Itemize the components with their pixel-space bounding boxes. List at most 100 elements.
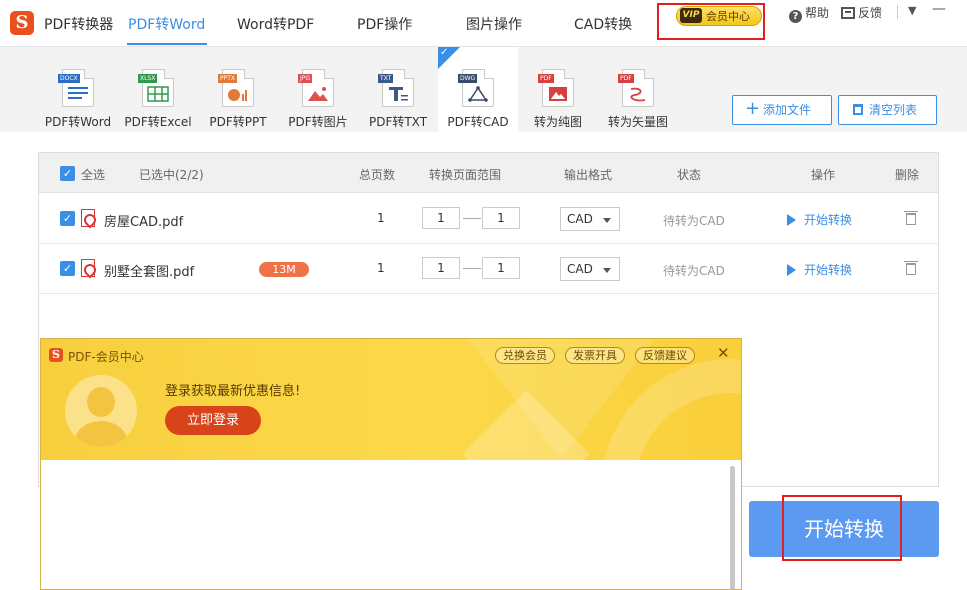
menu-dropdown-icon[interactable]: ▼	[908, 4, 916, 17]
docx-file-icon: DOCX	[58, 69, 94, 107]
pptx-file-icon: PPTX	[218, 69, 254, 107]
pptx-tag: PPTX	[218, 74, 238, 83]
column-pages: 总页数	[359, 168, 396, 182]
pdf-file-icon	[81, 209, 95, 227]
play-icon	[787, 214, 796, 226]
range-from-input[interactable]: 1	[422, 207, 460, 229]
start-convert-label: 开始转换	[804, 263, 853, 277]
range-from-input[interactable]: 1	[422, 257, 460, 279]
clear-list-button[interactable]: 清空列表	[838, 95, 937, 125]
picture-icon	[549, 87, 567, 101]
select-all-checkbox[interactable]: ✓	[60, 166, 75, 181]
word-lines-icon	[68, 87, 88, 99]
vip-center-label: 会员中心	[706, 10, 750, 23]
tool-label: PDF转TXT	[368, 115, 428, 129]
pdf-file-icon	[81, 259, 95, 277]
feedback-label: 反馈	[858, 6, 883, 20]
dwg-tag: DWG	[458, 74, 478, 83]
feedback-button[interactable]: 反馈	[841, 4, 882, 21]
column-status: 状态	[677, 168, 702, 182]
redeem-membership-button[interactable]: 兑换会员	[495, 347, 555, 364]
feedback-suggestion-button[interactable]: 反馈建议	[635, 347, 695, 364]
nav-tab-image-operations[interactable]: 图片操作	[466, 14, 522, 34]
start-button-highlight-box	[782, 495, 902, 561]
tool-pdf-to-excel[interactable]: XLSX PDF转Excel	[118, 47, 198, 133]
popup-content-area	[41, 460, 741, 589]
nav-tab-pdf-to-word[interactable]: PDF转Word	[128, 14, 205, 34]
page-count: 1	[377, 211, 385, 225]
nav-tab-pdf-operations[interactable]: PDF操作	[357, 14, 412, 34]
app-name: PDF转换器	[44, 17, 114, 33]
feedback-icon	[841, 7, 855, 19]
popup-banner: S PDF-会员中心 兑换会员 发票开具 反馈建议 ✕ 登录获取最新优惠信息! …	[41, 339, 741, 460]
format-value: CAD	[567, 262, 593, 276]
tool-pdf-to-txt[interactable]: TXT PDF转TXT	[358, 47, 438, 133]
chevron-down-icon	[603, 218, 611, 223]
jpg-file-icon: JPG	[298, 69, 334, 107]
txt-tag: TXT	[378, 74, 394, 83]
checkmark-icon: ✓	[440, 47, 449, 58]
close-icon[interactable]: ✕	[717, 344, 730, 362]
delete-trash-icon[interactable]	[904, 211, 918, 225]
row-checkbox[interactable]: ✓	[60, 211, 75, 226]
pie-chart-icon	[228, 89, 247, 101]
delete-trash-icon[interactable]	[904, 261, 918, 275]
scrollbar[interactable]	[730, 466, 735, 589]
nav-active-indicator	[127, 43, 207, 45]
dwg-file-icon: DWG	[458, 69, 494, 107]
range-separator	[463, 268, 481, 269]
file-name: 房屋CAD.pdf	[104, 215, 184, 230]
tool-to-pure-image[interactable]: PDF 转为纯图	[518, 47, 598, 133]
nav-tab-word-to-pdf[interactable]: Word转PDF	[237, 14, 314, 34]
tool-label: PDF转Excel	[124, 115, 192, 129]
table-header: ✓ 全选 已选中(2/2) 总页数 转换页面范围 输出格式 状态 操作 删除	[39, 153, 938, 193]
status-text: 待转为CAD	[663, 264, 725, 278]
start-convert-label: 开始转换	[804, 213, 853, 227]
tool-pdf-to-word[interactable]: DOCX PDF转Word	[38, 47, 118, 133]
pdf-tag: PDF	[618, 74, 634, 83]
range-separator	[463, 218, 481, 219]
tool-to-vector[interactable]: PDF 转为矢量图	[598, 47, 678, 133]
add-file-button[interactable]: + 添加文件	[732, 95, 832, 125]
tool-label: PDF转PPT	[209, 115, 267, 129]
chevron-down-icon	[603, 268, 611, 273]
selected-count: 已选中(2/2)	[139, 168, 204, 182]
title-bar: S PDF转换器 PDF转Word Word转PDF PDF操作 图片操作 CA…	[0, 0, 967, 46]
column-page-range: 转换页面范围	[429, 168, 502, 182]
help-button[interactable]: ? 帮助	[789, 4, 829, 23]
range-to-input[interactable]: 1	[482, 257, 520, 279]
tool-pdf-to-cad[interactable]: ✓ DWG PDF转CAD	[438, 47, 518, 133]
window-control-divider	[897, 5, 898, 19]
status-text: 待转为CAD	[663, 214, 725, 228]
xlsx-file-icon: XLSX	[138, 69, 174, 107]
text-t-icon	[389, 87, 408, 101]
select-all-label[interactable]: 全选	[81, 166, 105, 183]
tool-pdf-to-image[interactable]: JPG PDF转图片	[278, 47, 358, 133]
range-to-input[interactable]: 1	[482, 207, 520, 229]
tool-label: 转为纯图	[533, 115, 582, 129]
login-button[interactable]: 立即登录	[165, 406, 261, 435]
trash-icon	[853, 104, 863, 115]
pdf-tag: PDF	[538, 74, 554, 83]
clear-list-label: 清空列表	[869, 103, 918, 117]
popup-logo-icon: S	[49, 348, 63, 362]
minimize-icon[interactable]: —	[932, 1, 946, 17]
member-center-popup: S PDF-会员中心 兑换会员 发票开具 反馈建议 ✕ 登录获取最新优惠信息! …	[40, 338, 742, 590]
table-row: ✓ 房屋CAD.pdf 1 1 1 CAD 待转为CAD 开始转换	[39, 194, 938, 244]
mountain-image-icon	[308, 87, 328, 101]
page-count: 1	[377, 261, 385, 275]
tool-pdf-to-ppt[interactable]: PPTX PDF转PPT	[198, 47, 278, 133]
nav-tab-cad-conversion[interactable]: CAD转换	[574, 14, 632, 34]
docx-tag: DOCX	[58, 74, 80, 83]
vector-curve-icon	[630, 87, 646, 102]
row-checkbox[interactable]: ✓	[60, 261, 75, 276]
invoice-button[interactable]: 发票开具	[565, 347, 625, 364]
output-format-select[interactable]: CAD	[560, 207, 620, 231]
txt-file-icon: TXT	[378, 69, 414, 107]
start-convert-link[interactable]: 开始转换	[787, 261, 852, 278]
start-convert-link[interactable]: 开始转换	[787, 211, 852, 228]
tool-label: PDF转CAD	[447, 115, 509, 129]
table-row: ✓ 别墅全套图.pdf 13M 1 1 1 CAD 待转为CAD 开始转换	[39, 244, 938, 294]
vip-badge-icon: VIP	[680, 8, 702, 23]
output-format-select[interactable]: CAD	[560, 257, 620, 281]
